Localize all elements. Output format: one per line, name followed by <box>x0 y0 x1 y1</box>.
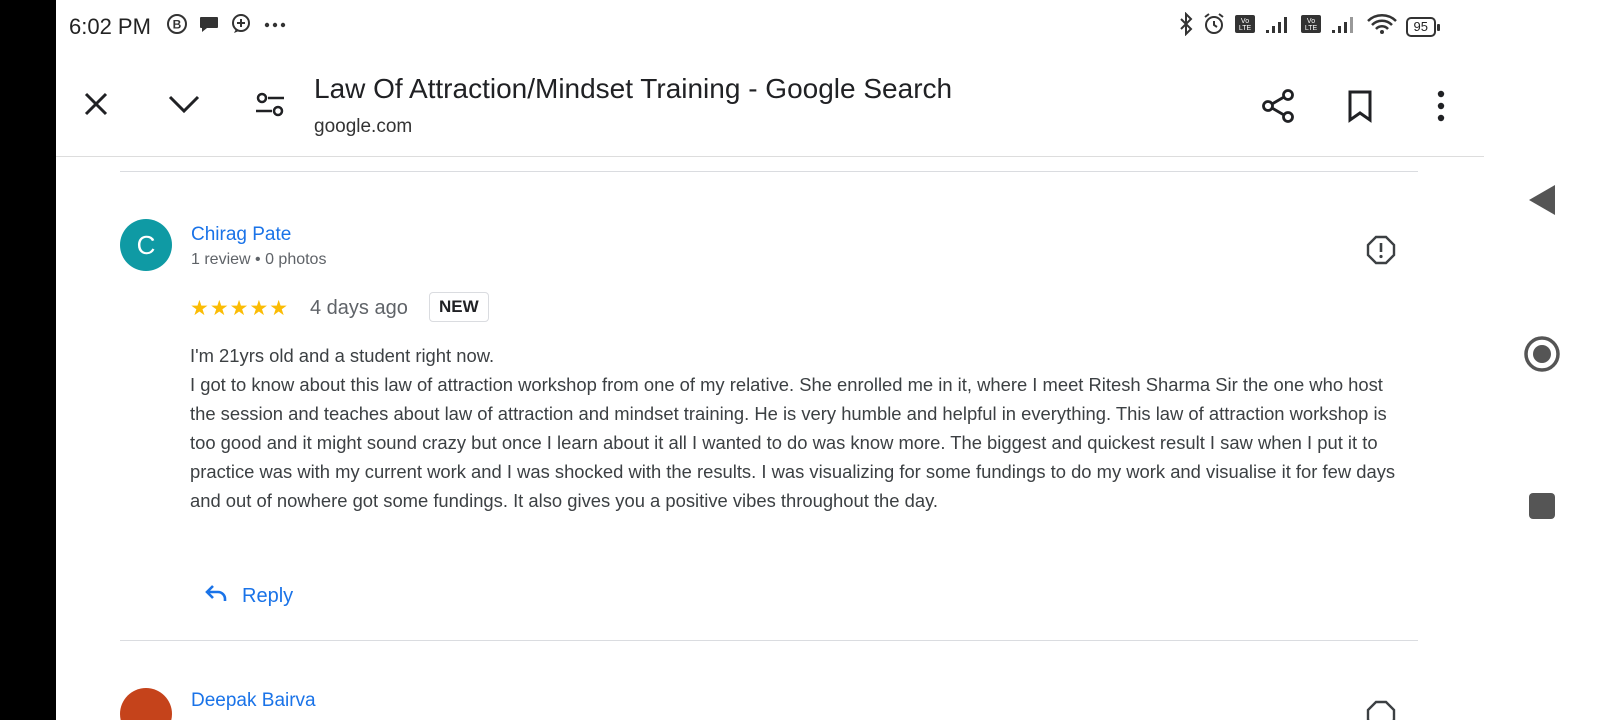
chevron-down-icon[interactable] <box>164 84 204 124</box>
reviewer-name[interactable]: Deepak Bairva <box>191 690 316 712</box>
report-flag-icon[interactable] <box>1366 700 1396 720</box>
system-navigation-bar <box>1484 0 1600 720</box>
avatar[interactable]: C <box>120 219 172 271</box>
signal-icon <box>1264 13 1292 40</box>
reply-button[interactable]: Reply <box>204 583 293 609</box>
svg-text:LTE: LTE <box>1238 25 1251 32</box>
custom-tab-toolbar: Law Of Attraction/Mindset Training - Goo… <box>56 54 1484 157</box>
more-horiz-icon <box>262 13 288 40</box>
review-text-line: I'm 21yrs old and a student right now. <box>190 345 495 366</box>
chat-bubble-icon <box>198 13 220 40</box>
reply-icon <box>204 583 228 609</box>
bluetooth-icon <box>1178 11 1194 41</box>
divider <box>120 640 1418 641</box>
recents-icon[interactable] <box>1484 491 1600 521</box>
reviewer-meta: 1 review • 0 photos <box>191 251 327 268</box>
avatar[interactable] <box>120 688 172 720</box>
svg-text:Vo: Vo <box>1240 18 1248 25</box>
page-settings-icon[interactable] <box>250 85 290 125</box>
signal-icon <box>1330 13 1358 40</box>
review-text-body: I got to know about this law of attracti… <box>190 374 1396 511</box>
status-time: 6:02 PM <box>69 14 151 39</box>
alarm-icon <box>1202 12 1226 41</box>
new-badge: NEW <box>429 292 489 322</box>
reply-label: Reply <box>242 584 294 607</box>
review-date: 4 days ago <box>310 297 408 319</box>
wifi-icon <box>1366 12 1398 41</box>
svg-text:B: B <box>173 18 182 32</box>
back-icon[interactable] <box>1484 183 1600 217</box>
star-rating: ★★★★★ <box>190 297 290 320</box>
close-icon[interactable] <box>76 84 116 124</box>
browser-screen: 6:02 PM B Vo LTE Vo LTE 95 Law Of Attrac… <box>56 0 1484 720</box>
status-left-icons: B <box>166 13 288 40</box>
b-circle-icon: B <box>166 13 188 40</box>
reviewer-name[interactable]: Chirag Pate <box>191 224 291 246</box>
bookmark-icon[interactable] <box>1340 86 1380 126</box>
plus-bubble-icon <box>230 13 252 40</box>
page-domain: google.com <box>314 116 413 137</box>
report-flag-icon[interactable] <box>1366 235 1396 270</box>
svg-text:LTE: LTE <box>1304 25 1317 32</box>
svg-text:Vo: Vo <box>1306 18 1314 25</box>
status-right-icons: Vo LTE Vo LTE 95 <box>1178 11 1441 41</box>
volte-icon: Vo LTE <box>1300 13 1322 40</box>
home-icon[interactable] <box>1484 334 1600 374</box>
page-title: Law Of Attraction/Mindset Training - Goo… <box>314 73 953 104</box>
divider <box>120 171 1418 172</box>
review-text: I'm 21yrs old and a student right now. I… <box>190 341 1400 515</box>
share-icon[interactable] <box>1258 86 1298 126</box>
volte-icon: Vo LTE <box>1234 13 1256 40</box>
battery-indicator: 95 <box>1405 16 1441 37</box>
more-vert-icon[interactable] <box>1421 86 1461 126</box>
